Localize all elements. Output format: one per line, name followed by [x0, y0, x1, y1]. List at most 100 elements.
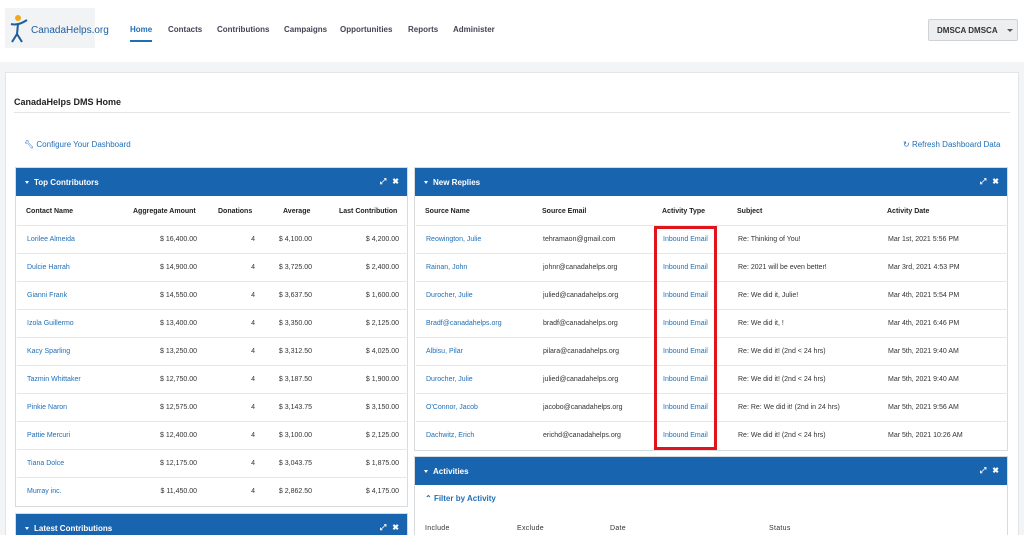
source-name-cell[interactable]: O'Connor, Jacob	[426, 404, 478, 411]
donations-cell: 4	[251, 460, 255, 467]
aggregate-amount-cell: $ 13,250.00	[160, 348, 197, 355]
contact-name-cell[interactable]: Lorilee Almeida	[27, 236, 75, 243]
average-cell: $ 4,100.00	[278, 236, 312, 243]
source-name-cell[interactable]: Bradf@canadahelps.org	[426, 320, 502, 327]
donations-cell: 4	[251, 320, 255, 327]
nav-reports[interactable]: Reports	[408, 25, 438, 34]
filter-include-label: Include	[425, 525, 450, 532]
canadahelps-logo[interactable]: CanadaHelps.org	[5, 8, 109, 48]
close-icon[interactable]: ✖	[992, 466, 999, 475]
source-name-cell[interactable]: Dachwitz, Erich	[426, 432, 474, 439]
last-contribution-cell: $ 4,200.00	[365, 236, 399, 243]
top-contributors-header[interactable]: Top Contributors ⤢ ✖	[16, 168, 407, 196]
average-cell: $ 3,143.75	[278, 404, 312, 411]
source-name-cell[interactable]: Albisu, Pilar	[426, 348, 463, 355]
activity-date-cell: Mar 1st, 2021 5:56 PM	[888, 236, 959, 243]
contact-name-cell[interactable]: Izola Guillermo	[27, 320, 74, 327]
latest-contributions-header[interactable]: Latest Contributions ⤢ ✖	[16, 514, 407, 535]
col-source-email[interactable]: Source Email	[542, 208, 586, 215]
last-contribution-cell: $ 1,900.00	[365, 376, 399, 383]
aggregate-amount-cell: $ 12,750.00	[160, 376, 197, 383]
wrench-icon: 🔧︎	[24, 140, 35, 149]
last-contribution-cell: $ 2,125.00	[365, 320, 399, 327]
source-email-cell: bradf@canadahelps.org	[543, 320, 618, 327]
col-average[interactable]: Average	[283, 208, 310, 215]
table-row: Dulcie Harrah $ 14,900.00 4 $ 3,725.00 $ 2,4…	[17, 253, 408, 281]
expand-icon[interactable]: ⤢	[380, 177, 386, 186]
contact-name-cell[interactable]: Tiana Dolce	[27, 460, 64, 467]
source-email-cell: julied@canadahelps.org	[543, 292, 619, 299]
nav-home[interactable]: Home	[130, 25, 152, 34]
activity-date-cell: Mar 3rd, 2021 4:53 PM	[888, 264, 960, 271]
page-title: CanadaHelps DMS Home	[14, 97, 122, 107]
col-activity-date[interactable]: Activity Date	[887, 208, 929, 215]
filter-by-activity-toggle[interactable]: ⌃ Filter by Activity	[425, 494, 496, 503]
aggregate-amount-cell: $ 12,175.00	[160, 460, 197, 467]
panel-title: Activities	[433, 467, 469, 476]
col-source-name[interactable]: Source Name	[425, 208, 470, 215]
contact-name-cell[interactable]: Tazmin Whittaker	[27, 376, 81, 383]
donations-cell: 4	[251, 376, 255, 383]
nav-contributions[interactable]: Contributions	[217, 25, 269, 34]
contact-name-cell[interactable]: Kacy Sparling	[27, 348, 70, 355]
source-name-cell[interactable]: Durocher, Julie	[426, 376, 473, 383]
filter-exclude-label: Exclude	[517, 525, 545, 532]
collapse-caret-icon[interactable]	[25, 181, 29, 184]
panel-title: Top Contributors	[34, 178, 99, 187]
expand-icon[interactable]: ⤢	[380, 523, 386, 532]
contact-name-cell[interactable]: Gianni Frank	[27, 292, 67, 299]
average-cell: $ 2,862.50	[278, 488, 312, 495]
user-menu-label: DMSCA DMSCA	[937, 26, 998, 35]
activity-date-cell: Mar 5th, 2021 9:56 AM	[888, 404, 959, 411]
source-email-cell: jacobo@canadahelps.org	[543, 404, 623, 411]
nav-administer[interactable]: Administer	[453, 25, 495, 34]
table-row: Pattie Mercuri $ 12,400.00 4 $ 3,100.00 $ 2,…	[17, 421, 408, 449]
refresh-dashboard-link[interactable]: ↻ Refresh Dashboard Data	[903, 140, 1000, 149]
table-row: Gianni Frank $ 14,550.00 4 $ 3,637.50 $ 1,60…	[17, 281, 408, 309]
last-contribution-cell: $ 4,025.00	[365, 348, 399, 355]
aggregate-amount-cell: $ 12,400.00	[160, 432, 197, 439]
activities-header[interactable]: Activities ⤢ ✖	[415, 457, 1007, 485]
nav-contacts[interactable]: Contacts	[168, 25, 202, 34]
col-contact-name[interactable]: Contact Name	[26, 208, 73, 215]
close-icon[interactable]: ✖	[392, 523, 399, 532]
user-menu-button[interactable]: DMSCA DMSCA	[928, 19, 1018, 41]
col-last-contribution[interactable]: Last Contribution	[339, 208, 397, 215]
average-cell: $ 3,043.75	[278, 460, 312, 467]
latest-contributions-panel: Latest Contributions ⤢ ✖	[15, 513, 408, 535]
source-email-cell: tehramaon@gmail.com	[543, 236, 616, 243]
table-row: Izola Guillermo $ 13,400.00 4 $ 3,350.00 $ 2…	[17, 309, 408, 337]
nav-opportunities[interactable]: Opportunities	[340, 25, 392, 34]
average-cell: $ 3,100.00	[278, 432, 312, 439]
col-donations[interactable]: Donations	[218, 208, 252, 215]
last-contribution-cell: $ 2,400.00	[365, 264, 399, 271]
close-icon[interactable]: ✖	[992, 177, 999, 186]
contact-name-cell[interactable]: Murray inc.	[27, 488, 62, 495]
expand-icon[interactable]: ⤢	[980, 177, 986, 186]
col-subject[interactable]: Subject	[737, 208, 762, 215]
new-replies-header[interactable]: New Replies ⤢ ✖	[415, 168, 1007, 196]
chevron-down-icon	[1007, 29, 1013, 32]
collapse-caret-icon[interactable]	[25, 527, 29, 530]
contact-name-cell[interactable]: Dulcie Harrah	[27, 264, 70, 271]
expand-icon[interactable]: ⤢	[980, 466, 986, 475]
donations-cell: 4	[251, 432, 255, 439]
source-name-cell[interactable]: Durocher, Julie	[426, 292, 473, 299]
configure-dashboard-link[interactable]: 🔧︎ Configure Your Dashboard	[24, 140, 131, 149]
donations-cell: 4	[251, 488, 255, 495]
contact-name-cell[interactable]: Pattie Mercuri	[27, 432, 70, 439]
source-name-cell[interactable]: Rainan, John	[426, 264, 467, 271]
nav-campaigns[interactable]: Campaigns	[284, 25, 327, 34]
source-name-cell[interactable]: Reowington, Julie	[426, 236, 481, 243]
donations-cell: 4	[251, 404, 255, 411]
collapse-caret-icon[interactable]	[424, 470, 428, 473]
activities-panel: Activities ⤢ ✖ ⌃ Filter by Activity Inclu…	[414, 456, 1008, 535]
contact-name-cell[interactable]: Pinkie Naron	[27, 404, 67, 411]
col-activity-type[interactable]: Activity Type	[662, 208, 705, 215]
activity-date-cell: Mar 5th, 2021 9:40 AM	[888, 348, 959, 355]
col-aggregate-amount[interactable]: Aggregate Amount	[133, 208, 196, 215]
collapse-caret-icon[interactable]	[424, 181, 428, 184]
donations-cell: 4	[251, 292, 255, 299]
aggregate-amount-cell: $ 11,450.00	[160, 488, 197, 495]
close-icon[interactable]: ✖	[392, 177, 399, 186]
